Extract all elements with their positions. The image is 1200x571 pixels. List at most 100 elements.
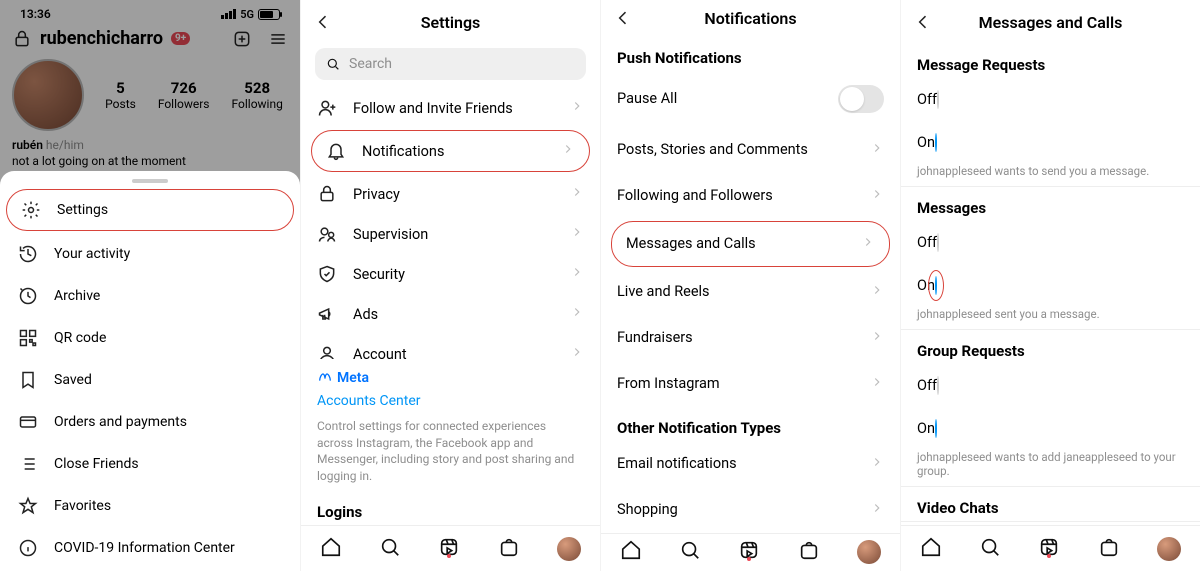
- drawer-item-covid[interactable]: COVID-19 Information Center: [0, 527, 300, 569]
- tab-search-icon[interactable]: [979, 536, 1001, 562]
- back-icon[interactable]: [313, 12, 333, 32]
- drawer-item-orders[interactable]: Orders and payments: [0, 401, 300, 443]
- archive-icon: [18, 286, 38, 306]
- status-right: 5G: [221, 8, 280, 21]
- notif-row-label: From Instagram: [617, 375, 720, 392]
- tab-profile-icon[interactable]: [1157, 537, 1181, 561]
- notif-row-live[interactable]: Live and Reels: [601, 269, 900, 315]
- notification-badge: 9+: [171, 32, 190, 45]
- settings-row-label: Follow and Invite Friends: [353, 100, 513, 117]
- radio-button[interactable]: [937, 376, 939, 395]
- tab-profile-icon[interactable]: [557, 537, 581, 561]
- settings-row-label: Ads: [353, 306, 378, 323]
- settings-row-label: Security: [353, 266, 405, 283]
- drawer-item-favorites[interactable]: Favorites: [0, 485, 300, 527]
- card-icon: [18, 412, 38, 432]
- radio-button[interactable]: [935, 276, 937, 295]
- tab-reels-icon[interactable]: [438, 536, 460, 562]
- tab-shop-icon[interactable]: [1098, 536, 1120, 562]
- settings-row-follow[interactable]: Follow and Invite Friends: [301, 88, 600, 128]
- drawer-item-close-friends[interactable]: Close Friends: [0, 443, 300, 485]
- drawer-item-settings[interactable]: Settings: [6, 189, 294, 231]
- radio-row-on[interactable]: On: [901, 264, 1200, 307]
- navbar: Settings: [301, 0, 600, 44]
- radio-row-on[interactable]: On: [901, 121, 1200, 164]
- drawer-item-activity[interactable]: Your activity: [0, 233, 300, 275]
- list-icon: [18, 454, 38, 474]
- chevron-right-icon: [870, 329, 884, 347]
- tab-search-icon[interactable]: [379, 536, 401, 562]
- settings-row-account[interactable]: Account: [301, 334, 600, 359]
- drawer-item-label: QR code: [54, 330, 106, 346]
- notif-row-instagram[interactable]: From Instagram: [601, 361, 900, 407]
- chevron-right-icon: [570, 345, 584, 359]
- group-heading: Messages: [901, 187, 1200, 221]
- settings-row-supervision[interactable]: Supervision: [301, 214, 600, 254]
- info-icon: [18, 538, 38, 558]
- search-input[interactable]: Search: [315, 48, 586, 80]
- tab-shop-icon[interactable]: [798, 539, 820, 565]
- drawer-item-label: Favorites: [54, 498, 111, 514]
- pause-all-switch[interactable]: [838, 85, 884, 113]
- settings-row-privacy[interactable]: Privacy: [301, 174, 600, 214]
- grabber[interactable]: [132, 179, 168, 183]
- radio-row-off[interactable]: Off: [901, 78, 1200, 121]
- network-label: 5G: [240, 8, 254, 21]
- settings-row-ads[interactable]: Ads: [301, 294, 600, 334]
- pause-all-row[interactable]: Pause All: [601, 71, 900, 127]
- stat-followers[interactable]: 726Followers: [158, 79, 210, 111]
- accounts-center-link[interactable]: Accounts Center: [317, 392, 584, 412]
- tab-shop-icon[interactable]: [498, 536, 520, 562]
- radio-row-off[interactable]: Off: [901, 221, 1200, 264]
- bio-line: not a lot going on at the moment: [12, 154, 186, 168]
- account-icon: [317, 344, 337, 359]
- drawer-item-saved[interactable]: Saved: [0, 359, 300, 401]
- username[interactable]: rubenchicharro: [40, 28, 163, 49]
- drawer-item-label: Settings: [57, 202, 108, 218]
- navbar: Messages and Calls: [901, 0, 1200, 44]
- drawer-item-label: COVID-19 Information Center: [54, 540, 235, 556]
- radio-button[interactable]: [937, 233, 939, 252]
- stat-following[interactable]: 528Following: [232, 79, 283, 111]
- radio-button[interactable]: [935, 419, 937, 438]
- notif-row-fundraisers[interactable]: Fundraisers: [601, 315, 900, 361]
- stat-posts[interactable]: 5Posts: [105, 79, 136, 111]
- navbar: Notifications: [601, 0, 900, 37]
- drawer-item-qr[interactable]: QR code: [0, 317, 300, 359]
- radio-row-off[interactable]: Off: [901, 364, 1200, 407]
- chevron-right-icon: [561, 142, 575, 160]
- back-icon[interactable]: [613, 8, 633, 28]
- tab-home-icon[interactable]: [320, 536, 342, 562]
- drawer-item-archive[interactable]: Archive: [0, 275, 300, 317]
- tab-profile-icon[interactable]: [857, 540, 881, 564]
- create-icon[interactable]: [232, 29, 252, 49]
- radio-button[interactable]: [935, 133, 937, 152]
- tab-home-icon[interactable]: [920, 536, 942, 562]
- radio-button[interactable]: [937, 90, 939, 109]
- notif-row-shopping[interactable]: Shopping: [601, 487, 900, 533]
- menu-icon[interactable]: [268, 29, 288, 49]
- avatar[interactable]: [12, 59, 84, 131]
- back-icon[interactable]: [913, 12, 933, 32]
- star-icon: [18, 496, 38, 516]
- pane-profile: 13:36 5G rubenchicharro 9+ 5Posts 726Fol…: [0, 0, 300, 571]
- tab-search-icon[interactable]: [679, 539, 701, 565]
- notif-row-label: Messages and Calls: [626, 235, 756, 252]
- other-heading: Other Notification Types: [601, 407, 900, 441]
- meta-block: Meta Accounts Center Control settings fo…: [301, 359, 600, 491]
- gear-icon: [21, 200, 41, 220]
- settings-row-security[interactable]: Security: [301, 254, 600, 294]
- notif-row-label: Posts, Stories and Comments: [617, 141, 808, 158]
- notif-row-posts[interactable]: Posts, Stories and Comments: [601, 127, 900, 173]
- notif-row-messages[interactable]: Messages and Calls: [611, 221, 890, 267]
- radio-row-on[interactable]: On: [901, 407, 1200, 450]
- tab-home-icon[interactable]: [620, 539, 642, 565]
- tab-reels-icon[interactable]: [1038, 536, 1060, 562]
- notif-row-following[interactable]: Following and Followers: [601, 173, 900, 219]
- supervision-icon: [317, 224, 337, 244]
- notif-row-email[interactable]: Email notifications: [601, 441, 900, 487]
- chevron-right-icon: [870, 375, 884, 393]
- lock-icon: [12, 29, 32, 49]
- tab-reels-icon[interactable]: [738, 539, 760, 565]
- settings-row-notifications[interactable]: Notifications: [311, 130, 590, 172]
